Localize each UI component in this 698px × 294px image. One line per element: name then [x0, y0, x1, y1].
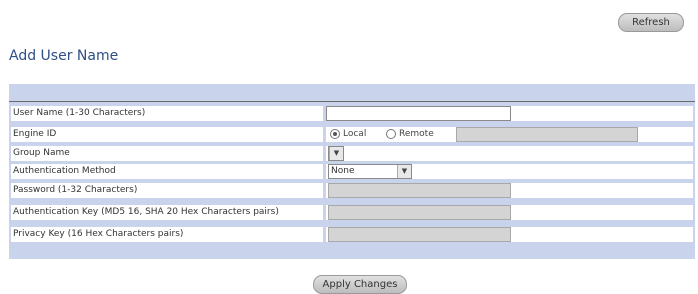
group-name-cell: ▼ [326, 146, 693, 161]
group-name-label: Group Name [11, 146, 323, 161]
chevron-down-icon: ▼ [329, 147, 343, 160]
auth-method-select[interactable]: None ▼ [328, 164, 412, 179]
privacy-key-input[interactable] [328, 227, 511, 242]
row-auth-method: Authentication Method None ▼ [9, 162, 695, 180]
row-group-name: Group Name ▼ [9, 144, 695, 162]
engine-remote-radio[interactable] [386, 129, 396, 139]
row-password: Password (1-32 Characters) [9, 181, 695, 199]
auth-key-cell [326, 205, 693, 220]
privacy-key-label: Privacy Key (16 Hex Characters pairs) [11, 227, 323, 242]
page-title: Add User Name [9, 48, 119, 64]
password-label: Password (1-32 Characters) [11, 183, 323, 198]
password-input[interactable] [328, 183, 511, 198]
privacy-key-cell [326, 227, 693, 242]
apply-changes-button[interactable]: Apply Changes [313, 275, 407, 294]
auth-method-cell: None ▼ [326, 164, 693, 179]
auth-key-input[interactable] [328, 205, 511, 220]
engine-local-radio[interactable] [330, 129, 340, 139]
user-name-cell [326, 106, 693, 121]
divider [9, 101, 695, 102]
add-user-form: User Name (1-30 Characters) Engine ID Lo… [9, 84, 695, 259]
engine-id-label: Engine ID [11, 127, 323, 142]
engine-remote-label: Remote [399, 129, 434, 139]
chevron-down-icon: ▼ [397, 165, 411, 178]
engine-id-cell: Local Remote [326, 127, 693, 142]
engine-local-label: Local [343, 129, 367, 139]
refresh-button[interactable]: Refresh [618, 13, 684, 32]
group-name-select[interactable]: ▼ [328, 146, 344, 161]
row-user-name: User Name (1-30 Characters) [9, 104, 695, 122]
user-name-input[interactable] [326, 106, 511, 121]
user-name-label: User Name (1-30 Characters) [11, 106, 323, 121]
auth-method-label: Authentication Method [11, 164, 323, 179]
row-privacy-key: Privacy Key (16 Hex Characters pairs) [9, 225, 695, 243]
auth-key-label: Authentication Key (MD5 16, SHA 20 Hex C… [11, 205, 323, 220]
auth-method-value: None [331, 166, 355, 176]
engine-remote-input[interactable] [456, 127, 638, 142]
password-cell [326, 183, 693, 198]
row-auth-key: Authentication Key (MD5 16, SHA 20 Hex C… [9, 203, 695, 221]
row-engine-id: Engine ID Local Remote [9, 125, 695, 143]
